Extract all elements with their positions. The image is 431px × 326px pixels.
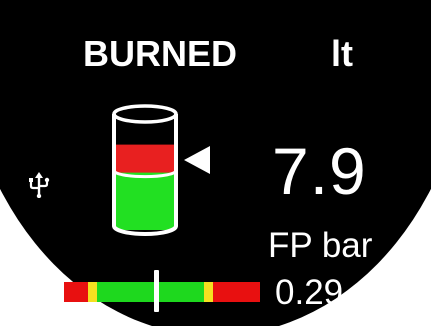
usb-icon — [29, 172, 50, 198]
gauge-segment-yellow-right — [204, 282, 213, 302]
fuel-pressure-label: FP bar — [268, 226, 373, 265]
unit-label: lt — [331, 33, 353, 74]
gauge-segment-green — [97, 282, 204, 302]
gauge-segment-red-left — [64, 282, 88, 302]
screen: BURNED lt 7.9 FP bar 0.29 — [0, 0, 431, 326]
gauge-needle — [153, 270, 159, 312]
page-title: BURNED — [83, 33, 238, 74]
triangle-pointer-icon — [184, 146, 210, 174]
fuel-pressure-value: 0.29 — [275, 273, 344, 312]
burned-value: 7.9 — [272, 134, 367, 208]
pressure-gauge — [64, 282, 260, 302]
gauge-segment-yellow-left — [88, 282, 97, 302]
gauge-segment-red-right — [213, 282, 260, 302]
fuel-tank-icon — [112, 104, 178, 236]
